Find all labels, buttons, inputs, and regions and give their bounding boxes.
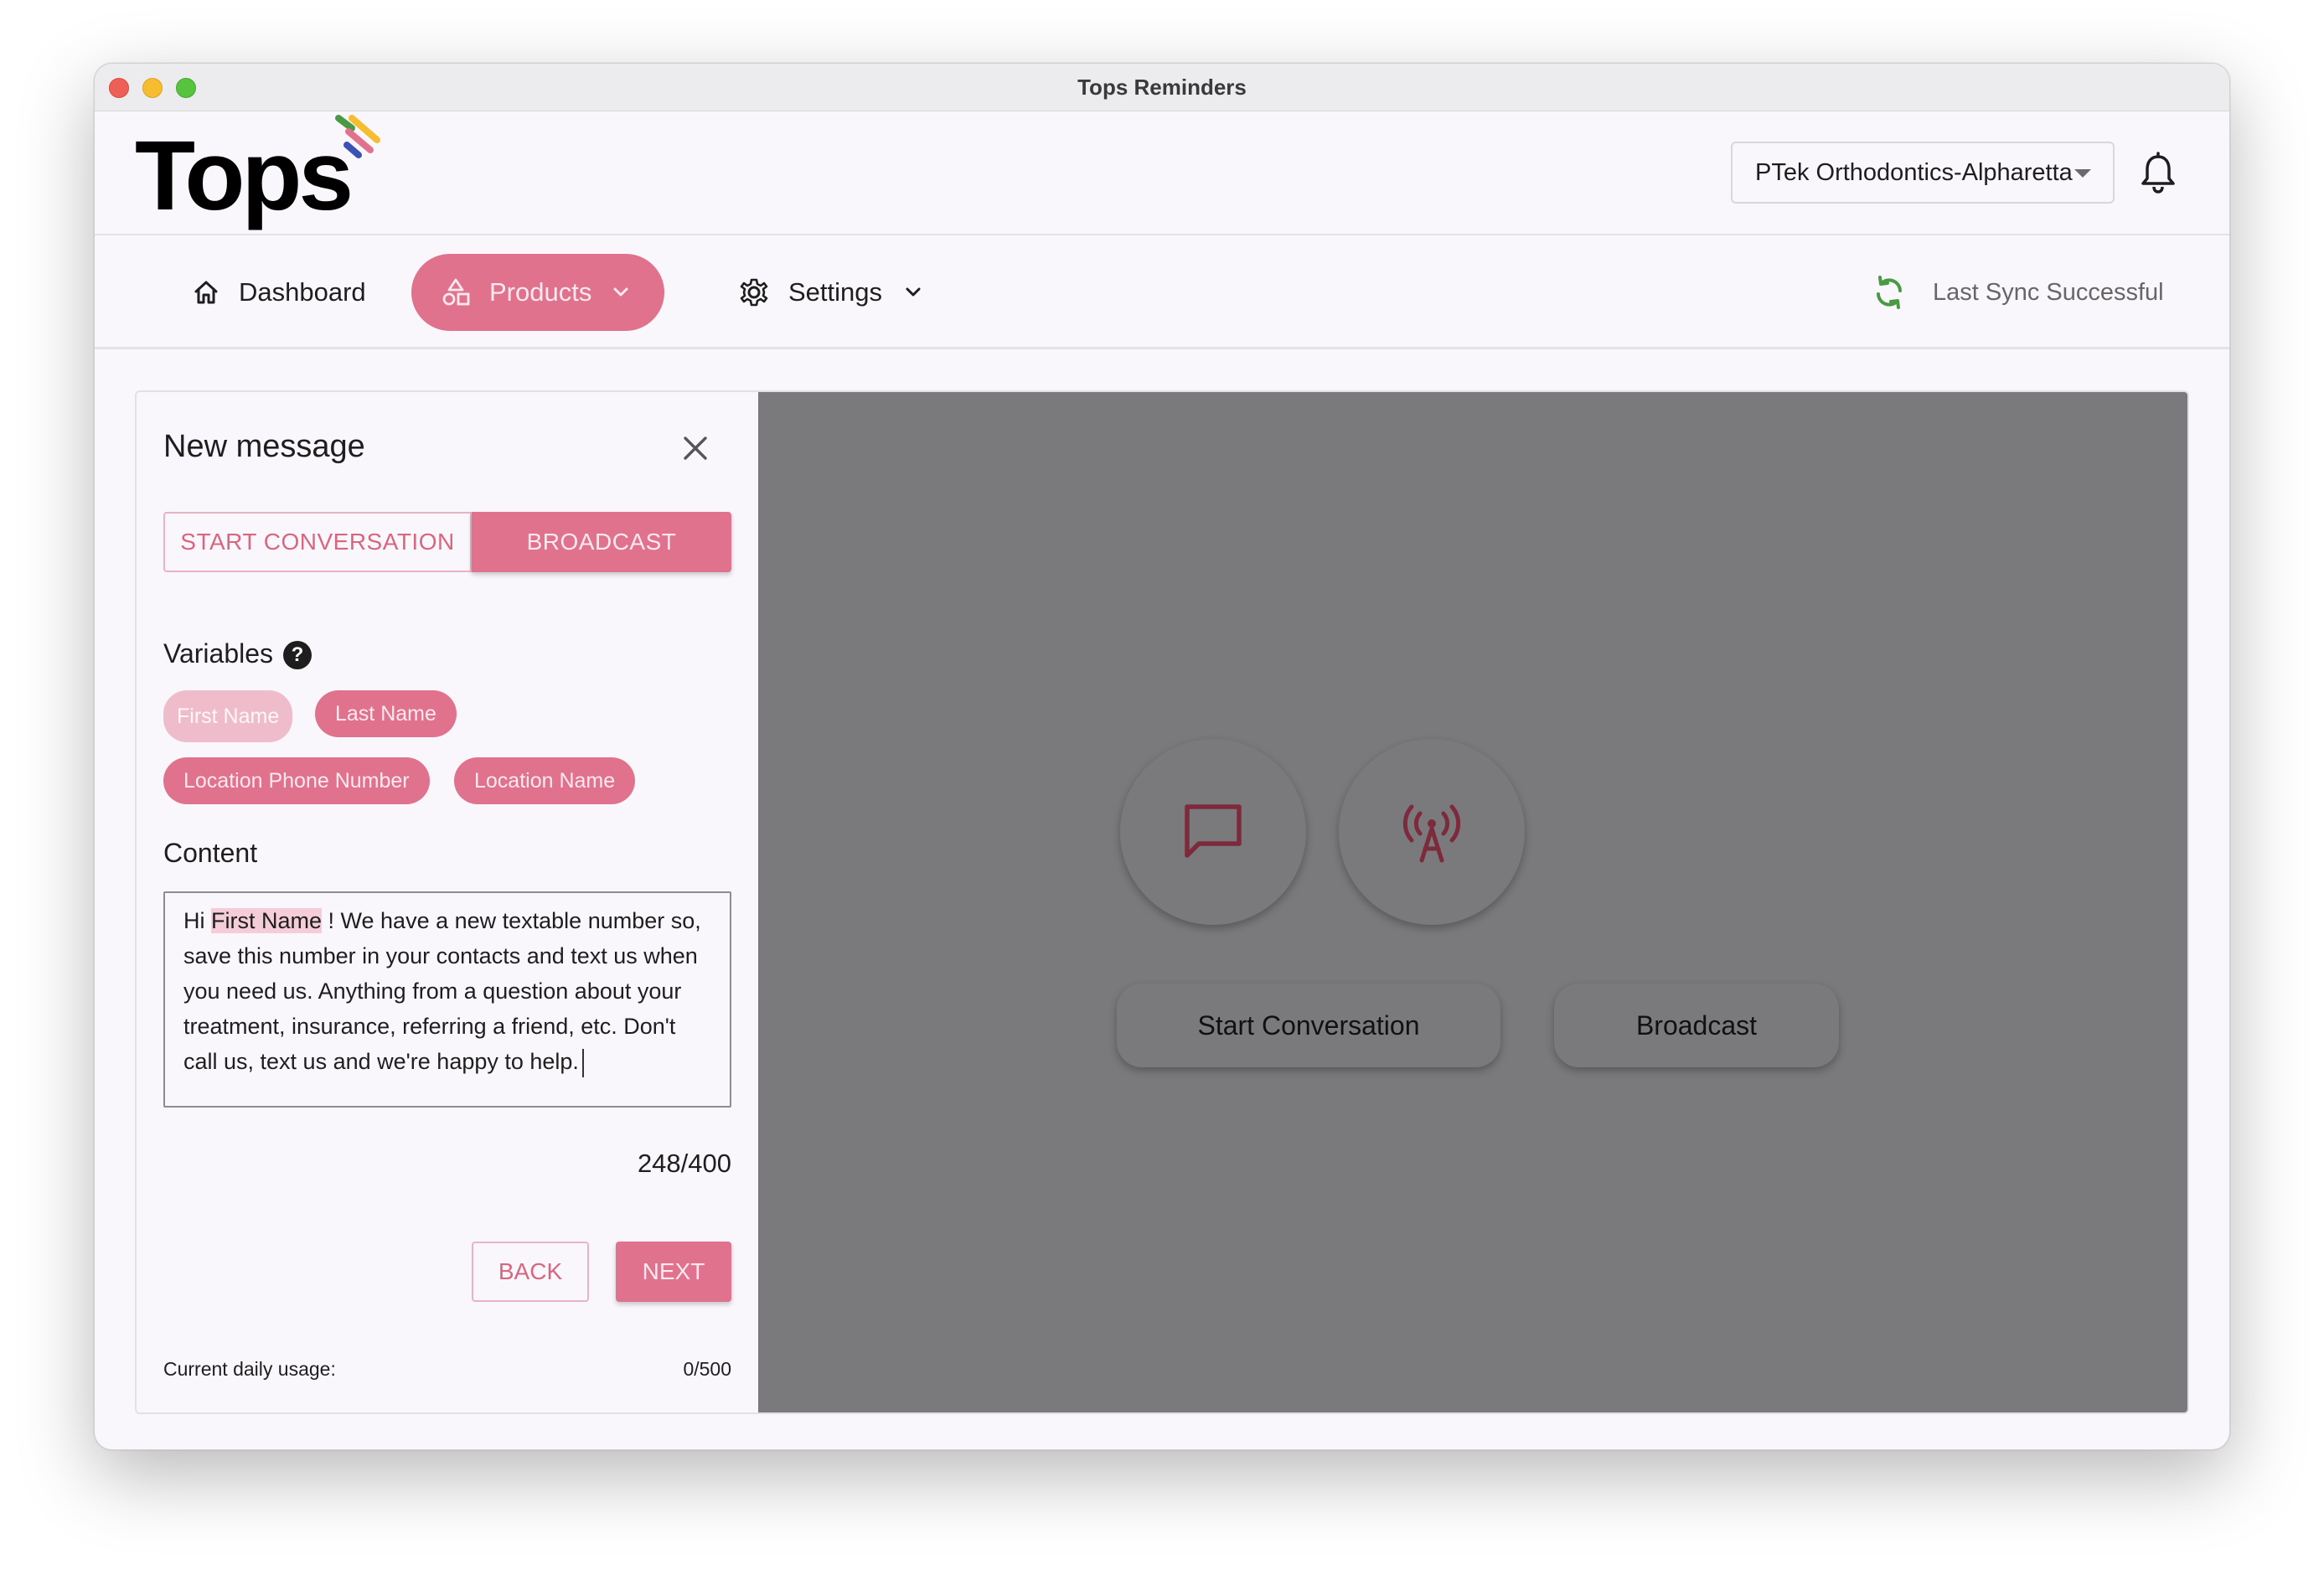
panel-title: New message <box>163 429 365 464</box>
variable-chip-first-name[interactable]: First Name <box>163 690 293 742</box>
home-icon <box>194 281 218 304</box>
logo-mark-icon <box>335 115 380 158</box>
logo: Tops <box>135 121 354 231</box>
variable-chip-last-name[interactable]: Last Name <box>315 690 457 737</box>
character-count: 248/400 <box>637 1149 731 1178</box>
title-bar: Tops Reminders <box>95 64 2229 111</box>
start-conversation-icon-button[interactable] <box>1120 739 1306 925</box>
message-content-textarea[interactable]: Hi First Name ! We have a new textable n… <box>163 891 731 1108</box>
content-text-pre: Hi <box>183 908 211 933</box>
back-button[interactable]: BACK <box>472 1242 589 1302</box>
help-icon[interactable]: ? <box>283 641 312 669</box>
content-label: Content <box>163 838 258 868</box>
dropdown-caret-icon <box>2074 169 2091 178</box>
text-cursor <box>581 1048 584 1077</box>
start-conversation-button[interactable]: Start Conversation <box>1117 984 1500 1067</box>
variable-chip-location-name[interactable]: Location Name <box>454 757 636 804</box>
nav-settings-label: Settings <box>788 277 883 307</box>
daily-usage-value: 0/500 <box>683 1358 731 1380</box>
next-button[interactable]: NEXT <box>616 1242 731 1302</box>
sync-status-label: Last Sync Successful <box>1933 278 2164 306</box>
nav-dashboard[interactable]: Dashboard <box>178 254 380 331</box>
nav-dashboard-label: Dashboard <box>239 277 366 307</box>
practice-selector-value: PTek Orthodontics-Alpharetta <box>1755 159 2073 186</box>
main-navigation: Dashboard Products Settings Last Sync Su… <box>95 235 2229 349</box>
products-shapes-icon <box>442 278 470 306</box>
mode-broadcast[interactable]: BROADCAST <box>472 512 731 572</box>
content-variable-first-name: First Name <box>211 908 323 933</box>
gear-icon <box>740 278 768 307</box>
message-type-overlay: Start Conversation Broadcast <box>758 392 2187 1412</box>
nav-products-label: Products <box>489 277 592 307</box>
chat-bubble-icon <box>1185 804 1242 858</box>
sync-status[interactable]: Last Sync Successful <box>1872 254 2164 331</box>
broadcast-button[interactable]: Broadcast <box>1554 984 1839 1067</box>
app-window: Tops Reminders Tops PTek Orthodontics-Al… <box>94 63 2230 1450</box>
nav-settings[interactable]: Settings <box>725 254 937 331</box>
nav-products[interactable]: Products <box>411 254 664 331</box>
broadcast-tower-icon <box>1402 804 1461 863</box>
chevron-down-icon <box>906 287 921 297</box>
new-message-panel: New message START CONVERSATION BROADCAST… <box>137 392 758 1412</box>
mode-start-conversation[interactable]: START CONVERSATION <box>163 512 472 572</box>
sync-icon <box>1877 276 1902 309</box>
window-title: Tops Reminders <box>1077 75 1247 100</box>
notification-bell-icon[interactable] <box>2137 152 2179 195</box>
message-mode-toggle: START CONVERSATION BROADCAST <box>163 512 731 572</box>
chevron-down-icon <box>613 287 628 297</box>
app-header: Tops PTek Orthodontics-Alpharetta <box>95 111 2229 235</box>
daily-usage-label: Current daily usage: <box>163 1358 336 1380</box>
practice-selector[interactable]: PTek Orthodontics-Alpharetta <box>1731 142 2115 204</box>
variable-chip-location-phone[interactable]: Location Phone Number <box>163 757 430 804</box>
variables-label: Variables <box>163 638 274 669</box>
close-icon[interactable] <box>681 434 710 462</box>
messaging-card: New message START CONVERSATION BROADCAST… <box>135 390 2189 1414</box>
broadcast-icon-button[interactable] <box>1339 739 1525 925</box>
